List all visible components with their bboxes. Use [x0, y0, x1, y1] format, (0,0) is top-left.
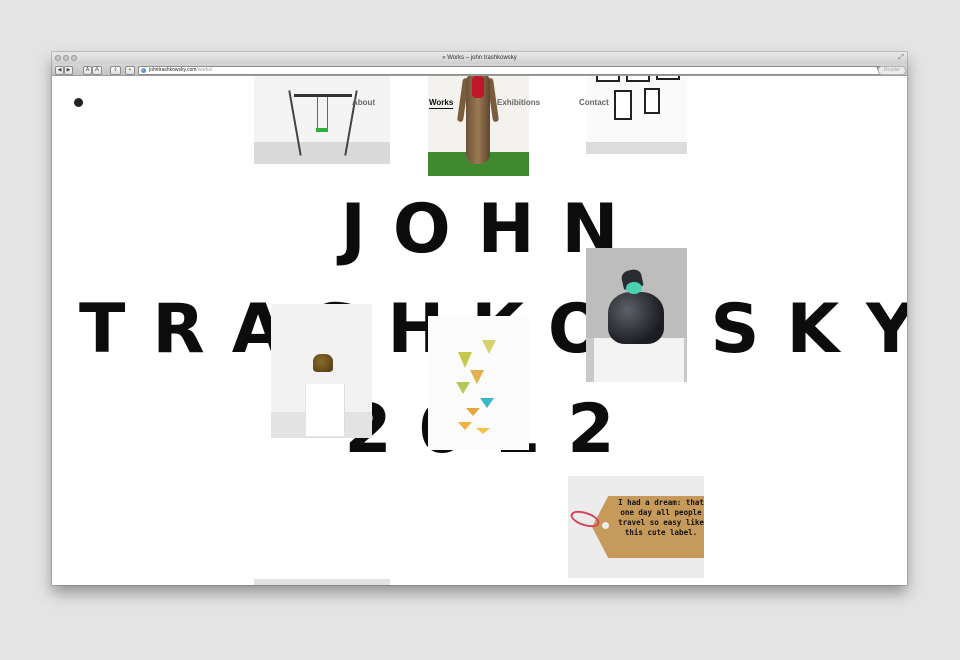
nav-works-link[interactable]: Works	[429, 98, 454, 109]
trash-bag-ribbon	[626, 282, 642, 294]
hero-first-name: JOHN	[340, 190, 646, 269]
artwork-luggage-tag-image[interactable]: I had a dream: that one day all people t…	[568, 476, 704, 578]
artwork-frames-image[interactable]	[586, 76, 687, 154]
plinth	[306, 384, 344, 436]
title-bar: » Works – john trashkowsky ⤢	[52, 52, 907, 64]
picture-frame	[626, 76, 650, 82]
browser-toolbar: ◀ ▶ A A ⇪ + johntrashkowsky.com/works/ ↻…	[52, 64, 907, 76]
reader-button[interactable]: Reader	[878, 66, 906, 75]
picture-frame	[644, 88, 660, 114]
artwork-pedestal-image[interactable]	[271, 304, 372, 438]
picture-frame	[656, 76, 680, 80]
artwork-swing-image[interactable]	[254, 76, 390, 164]
window-title: » Works – john trashkowsky	[442, 55, 517, 61]
url-path: /works/	[196, 67, 213, 73]
plinth	[594, 338, 684, 382]
swing-rope	[327, 97, 328, 129]
address-bar[interactable]: johntrashkowsky.com/works/ ↻	[138, 66, 885, 75]
picture-frame	[596, 76, 620, 82]
browser-window: » Works – john trashkowsky ⤢ ◀ ▶ A A ⇪ +…	[52, 52, 907, 585]
page-content: About Works Exhibitions Contact JOHN TRA…	[52, 76, 907, 585]
add-bookmark-button[interactable]: +	[125, 66, 135, 75]
nav-contact-link[interactable]: Contact	[579, 98, 609, 107]
share-icon[interactable]: ⇪	[110, 66, 121, 75]
artwork-partial-image[interactable]	[254, 579, 390, 585]
artwork-kites-image[interactable]	[428, 316, 529, 450]
kite	[470, 370, 484, 384]
kite	[456, 382, 470, 394]
nav-exhibitions-link[interactable]: Exhibitions	[497, 98, 540, 107]
zoom-window-icon[interactable]	[71, 55, 77, 61]
kite	[466, 408, 480, 416]
kite	[476, 428, 490, 434]
nav-about-link[interactable]: About	[352, 98, 375, 107]
figure-garment	[472, 76, 484, 98]
forward-icon[interactable]: ▶	[64, 66, 73, 75]
artwork-trashbag-image[interactable]	[586, 248, 687, 382]
artwork-figure-image[interactable]	[428, 76, 529, 176]
floor	[586, 142, 687, 154]
tag-handwritten-text: I had a dream: that one day all people t…	[618, 498, 704, 537]
floor	[254, 142, 390, 164]
back-icon[interactable]: ◀	[55, 66, 64, 75]
fullscreen-icon[interactable]: ⤢	[898, 54, 904, 62]
swing-seat	[316, 128, 328, 132]
site-logo-dot[interactable]	[74, 98, 83, 107]
sculpture-object	[313, 354, 333, 372]
kite	[458, 422, 472, 430]
font-smaller-button[interactable]: A	[83, 66, 92, 75]
globe-icon	[141, 68, 146, 73]
font-larger-button[interactable]: A	[92, 66, 102, 75]
url-domain: johntrashkowsky.com	[149, 67, 197, 73]
kite	[480, 398, 494, 408]
kite	[458, 352, 472, 368]
tag-hole	[602, 522, 609, 529]
trash-bag	[608, 292, 664, 344]
picture-frame	[614, 90, 632, 120]
kite	[482, 340, 496, 354]
close-window-icon[interactable]	[55, 55, 61, 61]
minimize-window-icon[interactable]	[63, 55, 69, 61]
swing-beam	[294, 94, 352, 97]
swing-rope	[317, 97, 318, 129]
